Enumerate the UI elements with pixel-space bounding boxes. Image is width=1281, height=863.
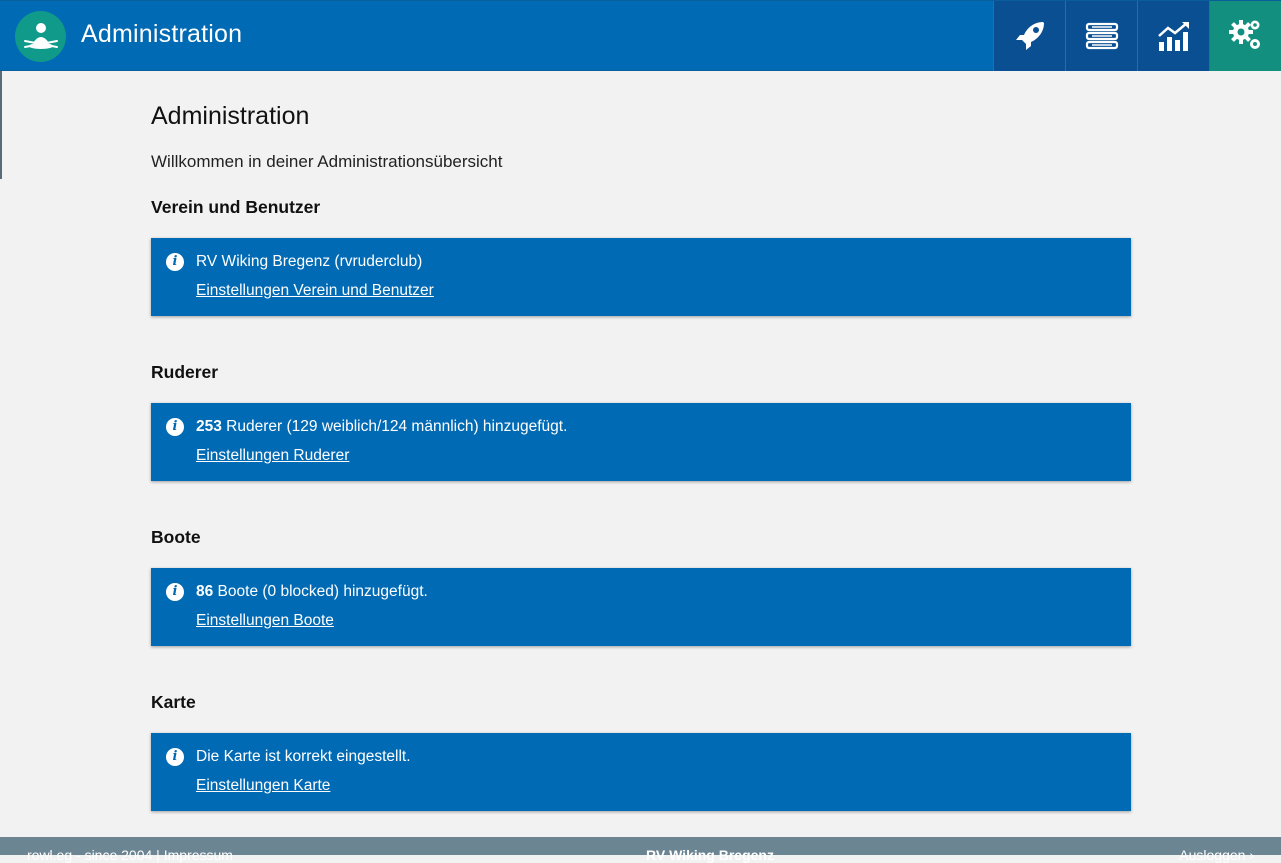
nav-admin-button[interactable]	[1209, 1, 1281, 71]
settings-boats-link[interactable]: Einstellungen Boote	[196, 611, 334, 631]
info-text: RV Wiking Bregenz (rvruderclub)	[196, 253, 423, 270]
main-nav	[993, 1, 1281, 71]
info-text: 253 Ruderer (129 weiblich/124 männlich) …	[196, 418, 568, 435]
top-bar: Administration	[0, 0, 1281, 71]
info-text: Die Karte ist korrekt eingestellt.	[196, 748, 411, 765]
info-box-map: i Die Karte ist korrekt eingestellt. Ein…	[151, 733, 1131, 811]
info-box-boats: i 86 Boote (0 blocked) hinzugefügt. Eins…	[151, 568, 1131, 646]
info-icon: i	[166, 748, 184, 766]
gears-icon	[1228, 20, 1260, 49]
count-value: 86	[196, 583, 214, 600]
settings-rowers-link[interactable]: Einstellungen Ruderer	[196, 446, 349, 466]
app-title: Administration	[81, 20, 243, 48]
settings-map-link[interactable]: Einstellungen Karte	[196, 776, 330, 796]
section-heading-rowers: Ruderer	[151, 362, 219, 382]
footer: rowl.eg - since 2004 | Impressum RV Wiki…	[0, 837, 1281, 863]
chart-trend-icon	[1157, 22, 1189, 51]
info-text: 86 Boote (0 blocked) hinzugefügt.	[196, 583, 428, 600]
main-content: Administration Willkommen in deiner Admi…	[151, 100, 1131, 855]
nav-rocket-button[interactable]	[993, 1, 1065, 71]
info-icon: i	[166, 418, 184, 436]
page-title: Administration	[151, 102, 310, 130]
info-icon: i	[166, 583, 184, 601]
info-box-rowers: i 253 Ruderer (129 weiblich/124 männlich…	[151, 403, 1131, 481]
count-value: 253	[196, 418, 222, 435]
rocket-icon	[1015, 22, 1044, 50]
rower-logo-icon[interactable]	[15, 11, 66, 62]
info-box-club: i RV Wiking Bregenz (rvruderclub) Einste…	[151, 238, 1131, 316]
section-heading-boats: Boote	[151, 527, 201, 547]
logout-link[interactable]: Ausloggen ›	[1179, 847, 1254, 863]
section-heading-club: Verein und Benutzer	[151, 197, 321, 217]
nav-logbook-button[interactable]	[1065, 1, 1137, 71]
nav-statistics-button[interactable]	[1137, 1, 1209, 71]
welcome-text: Willkommen in deiner Administrationsüber…	[151, 152, 503, 171]
footer-impressum-link[interactable]: rowl.eg - since 2004 | Impressum	[27, 847, 233, 863]
settings-club-link[interactable]: Einstellungen Verein und Benutzer	[196, 281, 434, 301]
section-heading-map: Karte	[151, 692, 196, 712]
sidebar-edge	[0, 71, 2, 179]
info-icon: i	[166, 253, 184, 271]
book-stack-icon	[1085, 22, 1118, 50]
footer-club-name: RV Wiking Bregenz	[646, 847, 774, 863]
